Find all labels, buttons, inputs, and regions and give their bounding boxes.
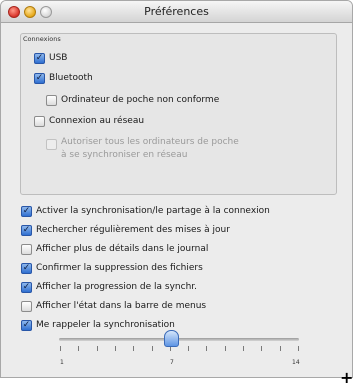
check-updates-checkbox[interactable]: ✓ — [21, 224, 32, 236]
bluetooth-checkbox[interactable]: ✓ — [34, 72, 45, 84]
reminder-slider-knob[interactable] — [164, 330, 179, 347]
confirm-delete-checkbox[interactable]: ✓ — [21, 262, 32, 274]
option-show-progress-row[interactable]: ✓ Afficher la progression de la synchr. — [21, 280, 197, 294]
allow-network-sync-label-line1: Autoriser tous les ordinateurs de poche — [61, 137, 239, 147]
sync-on-connect-label: Activer la synchronisation/le partage à … — [36, 206, 270, 216]
network-connection-label: Connexion au réseau — [49, 116, 145, 126]
title-bar: Préférences — [1, 1, 352, 23]
option-sync-on-connect-row[interactable]: ✓ Activer la synchronisation/le partage … — [21, 204, 270, 218]
option-check-updates-row[interactable]: ✓ Rechercher régulièrement des mises à j… — [21, 223, 230, 237]
noncompliant-handheld-checkbox[interactable] — [46, 94, 57, 106]
noncompliant-handheld-checkbox-row[interactable]: Ordinateur de poche non conforme — [46, 93, 219, 107]
show-progress-checkbox[interactable]: ✓ — [21, 281, 32, 293]
slider-min-label: 1 — [60, 359, 64, 366]
slider-tick — [115, 346, 116, 351]
option-verbose-log-row[interactable]: Afficher plus de détails dans le journal — [21, 242, 208, 256]
network-connection-checkbox-row[interactable]: Connexion au réseau — [34, 114, 144, 128]
show-progress-label: Afficher la progression de la synchr. — [36, 282, 198, 292]
reminder-slider-track[interactable] — [59, 338, 299, 341]
slider-tick — [152, 346, 153, 351]
network-connection-checkbox[interactable] — [34, 115, 45, 127]
plus-icon: + — [340, 368, 353, 387]
sync-on-connect-checkbox[interactable]: ✓ — [21, 205, 32, 217]
slider-tick — [243, 346, 244, 351]
allow-network-sync-label: Autoriser tous les ordinateurs de poche … — [61, 136, 239, 162]
verbose-log-checkbox[interactable] — [21, 243, 32, 255]
usb-checkbox[interactable]: ✓ — [34, 52, 45, 64]
remind-sync-label: Me rappeler la synchronisation — [36, 320, 175, 330]
slider-tick — [206, 346, 207, 351]
slider-tick — [78, 346, 79, 351]
remind-sync-checkbox[interactable]: ✓ — [21, 319, 32, 331]
usb-checkbox-row[interactable]: ✓ USB — [34, 51, 67, 65]
window-title: Préférences — [144, 5, 209, 18]
check-updates-label: Rechercher régulièrement des mises à jou… — [36, 225, 230, 235]
slider-tick — [225, 346, 226, 351]
allow-network-sync-checkbox — [46, 139, 57, 150]
slider-tick — [188, 346, 189, 351]
allow-network-sync-label-line2: à se synchroniser en réseau — [61, 150, 188, 160]
usb-label: USB — [49, 53, 68, 63]
confirm-delete-label: Confirmer la suppression des fichiers — [36, 263, 203, 273]
slider-tick — [133, 346, 134, 351]
slider-tick — [280, 346, 281, 351]
connexions-group-label: Connexions — [23, 35, 61, 43]
verbose-log-label: Afficher plus de détails dans le journal — [36, 244, 209, 254]
menubar-status-label: Afficher l'état dans la barre de menus — [36, 301, 207, 311]
option-menubar-status-row[interactable]: Afficher l'état dans la barre de menus — [21, 299, 206, 313]
slider-tick — [298, 346, 299, 351]
slider-tick — [261, 346, 262, 351]
option-confirm-delete-row[interactable]: ✓ Confirmer la suppression des fichiers — [21, 261, 203, 275]
menubar-status-checkbox[interactable] — [21, 300, 32, 312]
allow-network-sync-checkbox-row: Autoriser tous les ordinateurs de poche … — [46, 136, 239, 164]
slider-mid-label: 7 — [170, 359, 174, 366]
bluetooth-label: Bluetooth — [49, 73, 93, 83]
bluetooth-checkbox-row[interactable]: ✓ Bluetooth — [34, 71, 93, 85]
slider-tick — [97, 346, 98, 351]
noncompliant-handheld-label: Ordinateur de poche non conforme — [61, 95, 220, 105]
slider-max-label: 14 — [292, 359, 300, 366]
option-remind-sync-row[interactable]: ✓ Me rappeler la synchronisation — [21, 318, 175, 332]
slider-tick — [60, 346, 61, 351]
